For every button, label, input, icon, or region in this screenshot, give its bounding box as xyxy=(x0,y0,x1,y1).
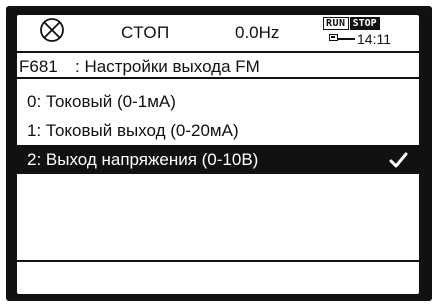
option-item-2-selected[interactable]: 2: Выход напряжения (0-10В) xyxy=(17,145,419,174)
output-frequency: 0.0Hz xyxy=(235,23,280,42)
option-label: 1: Токовый выход (0-20мА) xyxy=(27,121,239,140)
option-list: 0: Токовый (0-1мА) 1: Токовый выход (0-2… xyxy=(17,87,419,174)
lcd-screen: СТОП 0.0Hz RUN STOP 14:11 F681 : Настрой… xyxy=(17,15,419,294)
option-item-0[interactable]: 0: Токовый (0-1мА) xyxy=(17,87,419,116)
clock: 14:11 xyxy=(357,31,391,47)
parameter-header: F681 : Настройки выхода FM xyxy=(17,51,419,79)
status-bar: СТОП 0.0Hz RUN STOP 14:11 xyxy=(17,15,419,52)
parameter-code: F681 xyxy=(19,57,58,76)
parameter-title: : Настройки выхода FM xyxy=(75,57,260,76)
circle-x-icon xyxy=(39,17,65,43)
battery-icon xyxy=(329,34,338,41)
option-item-1[interactable]: 1: Токовый выход (0-20мА) xyxy=(17,116,419,145)
option-label: 2: Выход напряжения (0-10В) xyxy=(27,150,259,169)
stop-badge: STOP xyxy=(349,17,380,30)
checkmark-icon xyxy=(388,145,408,174)
run-stop-indicator: RUN STOP xyxy=(323,17,380,30)
bottom-divider xyxy=(17,260,419,262)
run-badge: RUN xyxy=(323,17,349,30)
option-label: 0: Токовый (0-1мА) xyxy=(27,92,176,111)
operation-mode: СТОП xyxy=(121,23,170,42)
